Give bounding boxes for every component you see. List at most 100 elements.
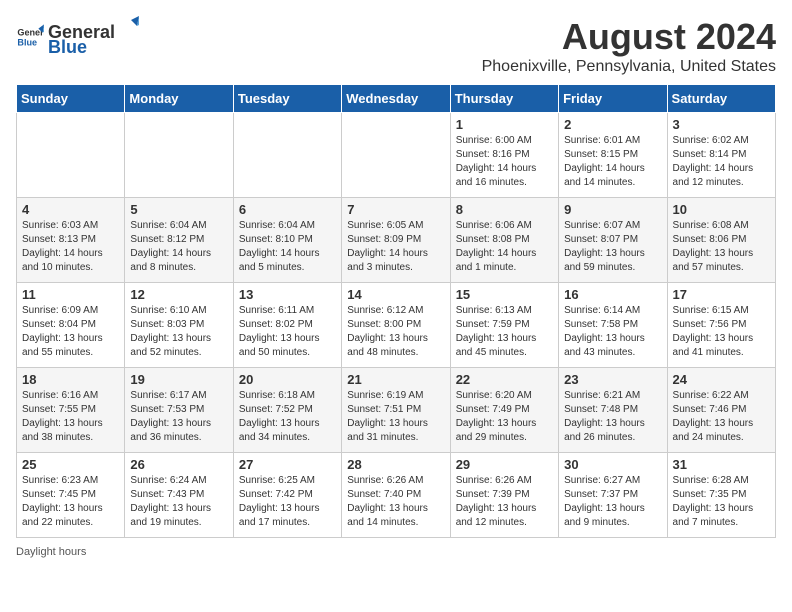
day-info: Sunrise: 6:26 AM Sunset: 7:39 PM Dayligh… — [456, 474, 553, 530]
day-info: Sunrise: 6:14 AM Sunset: 7:58 PM Dayligh… — [564, 304, 661, 360]
calendar-cell: 11 Sunrise: 6:09 AM Sunset: 8:04 PM Dayli… — [17, 283, 125, 368]
day-number: 26 — [130, 457, 227, 472]
week-row-3: 11 Sunrise: 6:09 AM Sunset: 8:04 PM Dayli… — [17, 283, 776, 368]
day-number: 8 — [456, 202, 553, 217]
calendar-cell: 26 Sunrise: 6:24 AM Sunset: 7:43 PM Dayli… — [125, 453, 233, 538]
calendar-cell: 9 Sunrise: 6:07 AM Sunset: 8:07 PM Daylig… — [559, 198, 667, 283]
day-info: Sunrise: 6:26 AM Sunset: 7:40 PM Dayligh… — [347, 474, 444, 530]
week-row-5: 25 Sunrise: 6:23 AM Sunset: 7:45 PM Dayli… — [17, 453, 776, 538]
day-number: 5 — [130, 202, 227, 217]
day-info: Sunrise: 6:17 AM Sunset: 7:53 PM Dayligh… — [130, 389, 227, 445]
day-number: 23 — [564, 372, 661, 387]
calendar-cell: 28 Sunrise: 6:26 AM Sunset: 7:40 PM Dayli… — [342, 453, 450, 538]
calendar-cell: 30 Sunrise: 6:27 AM Sunset: 7:37 PM Dayli… — [559, 453, 667, 538]
title-area: August 2024 Phoenixville, Pennsylvania, … — [482, 16, 776, 76]
day-info: Sunrise: 6:09 AM Sunset: 8:04 PM Dayligh… — [22, 304, 119, 360]
day-number: 14 — [347, 287, 444, 302]
day-number: 2 — [564, 117, 661, 132]
day-number: 21 — [347, 372, 444, 387]
calendar-cell: 4Sunrise: 6:03 AM Sunset: 8:13 PM Daylig… — [17, 198, 125, 283]
day-info: Sunrise: 6:10 AM Sunset: 8:03 PM Dayligh… — [130, 304, 227, 360]
day-info: Sunrise: 6:16 AM Sunset: 7:55 PM Dayligh… — [22, 389, 119, 445]
calendar-cell: 2Sunrise: 6:01 AM Sunset: 8:15 PM Daylig… — [559, 113, 667, 198]
day-number: 30 — [564, 457, 661, 472]
day-number: 29 — [456, 457, 553, 472]
day-info: Sunrise: 6:13 AM Sunset: 7:59 PM Dayligh… — [456, 304, 553, 360]
calendar-cell: 29 Sunrise: 6:26 AM Sunset: 7:39 PM Dayli… — [450, 453, 558, 538]
calendar-cell: 19 Sunrise: 6:17 AM Sunset: 7:53 PM Dayli… — [125, 368, 233, 453]
calendar-cell: 17 Sunrise: 6:15 AM Sunset: 7:56 PM Dayli… — [667, 283, 775, 368]
calendar-cell: 21Sunrise: 6:19 AM Sunset: 7:51 PM Dayli… — [342, 368, 450, 453]
day-number: 18 — [22, 372, 119, 387]
day-info: Sunrise: 6:24 AM Sunset: 7:43 PM Dayligh… — [130, 474, 227, 530]
day-info: Sunrise: 6:04 AM Sunset: 8:12 PM Dayligh… — [130, 219, 227, 275]
day-number: 31 — [673, 457, 770, 472]
logo-bird-icon — [117, 16, 139, 38]
calendar-cell: 13Sunrise: 6:11 AM Sunset: 8:02 PM Dayli… — [233, 283, 341, 368]
calendar-cell — [233, 113, 341, 198]
calendar-cell: 18 Sunrise: 6:16 AM Sunset: 7:55 PM Dayli… — [17, 368, 125, 453]
day-number: 24 — [673, 372, 770, 387]
day-info: Sunrise: 6:28 AM Sunset: 7:35 PM Dayligh… — [673, 474, 770, 530]
day-info: Sunrise: 6:07 AM Sunset: 8:07 PM Dayligh… — [564, 219, 661, 275]
column-header-friday: Friday — [559, 85, 667, 113]
day-number: 1 — [456, 117, 553, 132]
calendar-cell: 5 Sunrise: 6:04 AM Sunset: 8:12 PM Daylig… — [125, 198, 233, 283]
calendar-cell: 8 Sunrise: 6:06 AM Sunset: 8:08 PM Daylig… — [450, 198, 558, 283]
calendar-cell: 6 Sunrise: 6:04 AM Sunset: 8:10 PM Daylig… — [233, 198, 341, 283]
logo: General Blue General Blue — [16, 16, 141, 58]
column-header-wednesday: Wednesday — [342, 85, 450, 113]
day-number: 19 — [130, 372, 227, 387]
svg-text:Blue: Blue — [17, 37, 37, 47]
main-title: August 2024 — [482, 16, 776, 58]
day-number: 13 — [239, 287, 336, 302]
calendar-cell: 31 Sunrise: 6:28 AM Sunset: 7:35 PM Dayli… — [667, 453, 775, 538]
calendar-cell — [342, 113, 450, 198]
calendar-header-row: SundayMondayTuesdayWednesdayThursdayFrid… — [17, 85, 776, 113]
column-header-thursday: Thursday — [450, 85, 558, 113]
column-header-tuesday: Tuesday — [233, 85, 341, 113]
day-number: 22 — [456, 372, 553, 387]
calendar-cell: 22 Sunrise: 6:20 AM Sunset: 7:49 PM Dayli… — [450, 368, 558, 453]
day-info: Sunrise: 6:08 AM Sunset: 8:06 PM Dayligh… — [673, 219, 770, 275]
day-number: 17 — [673, 287, 770, 302]
day-info: Sunrise: 6:23 AM Sunset: 7:45 PM Dayligh… — [22, 474, 119, 530]
day-info: Sunrise: 6:06 AM Sunset: 8:08 PM Dayligh… — [456, 219, 553, 275]
day-info: Sunrise: 6:20 AM Sunset: 7:49 PM Dayligh… — [456, 389, 553, 445]
calendar-cell: 16 Sunrise: 6:14 AM Sunset: 7:58 PM Dayli… — [559, 283, 667, 368]
calendar-cell: 7Sunrise: 6:05 AM Sunset: 8:09 PM Daylig… — [342, 198, 450, 283]
column-header-monday: Monday — [125, 85, 233, 113]
day-number: 27 — [239, 457, 336, 472]
calendar-cell: 27 Sunrise: 6:25 AM Sunset: 7:42 PM Dayli… — [233, 453, 341, 538]
day-info: Sunrise: 6:22 AM Sunset: 7:46 PM Dayligh… — [673, 389, 770, 445]
day-info: Sunrise: 6:21 AM Sunset: 7:48 PM Dayligh… — [564, 389, 661, 445]
day-number: 6 — [239, 202, 336, 217]
calendar-cell — [125, 113, 233, 198]
day-info: Sunrise: 6:15 AM Sunset: 7:56 PM Dayligh… — [673, 304, 770, 360]
calendar-cell: 14Sunrise: 6:12 AM Sunset: 8:00 PM Dayli… — [342, 283, 450, 368]
day-info: Sunrise: 6:27 AM Sunset: 7:37 PM Dayligh… — [564, 474, 661, 530]
day-number: 4 — [22, 202, 119, 217]
week-row-1: 1 Sunrise: 6:00 AM Sunset: 8:16 PM Daylig… — [17, 113, 776, 198]
calendar-cell: 15 Sunrise: 6:13 AM Sunset: 7:59 PM Dayli… — [450, 283, 558, 368]
footer-note: Daylight hours — [16, 546, 776, 558]
calendar-cell: 10Sunrise: 6:08 AM Sunset: 8:06 PM Dayli… — [667, 198, 775, 283]
column-header-sunday: Sunday — [17, 85, 125, 113]
day-info: Sunrise: 6:00 AM Sunset: 8:16 PM Dayligh… — [456, 134, 553, 190]
day-number: 25 — [22, 457, 119, 472]
day-number: 16 — [564, 287, 661, 302]
day-info: Sunrise: 6:25 AM Sunset: 7:42 PM Dayligh… — [239, 474, 336, 530]
calendar-cell: 1 Sunrise: 6:00 AM Sunset: 8:16 PM Daylig… — [450, 113, 558, 198]
day-number: 15 — [456, 287, 553, 302]
day-number: 12 — [130, 287, 227, 302]
calendar-cell: 23 Sunrise: 6:21 AM Sunset: 7:48 PM Dayli… — [559, 368, 667, 453]
day-info: Sunrise: 6:18 AM Sunset: 7:52 PM Dayligh… — [239, 389, 336, 445]
logo-icon: General Blue — [16, 23, 44, 51]
column-header-saturday: Saturday — [667, 85, 775, 113]
calendar-cell: 20 Sunrise: 6:18 AM Sunset: 7:52 PM Dayli… — [233, 368, 341, 453]
day-info: Sunrise: 6:04 AM Sunset: 8:10 PM Dayligh… — [239, 219, 336, 275]
day-number: 11 — [22, 287, 119, 302]
day-number: 20 — [239, 372, 336, 387]
day-number: 28 — [347, 457, 444, 472]
day-number: 9 — [564, 202, 661, 217]
